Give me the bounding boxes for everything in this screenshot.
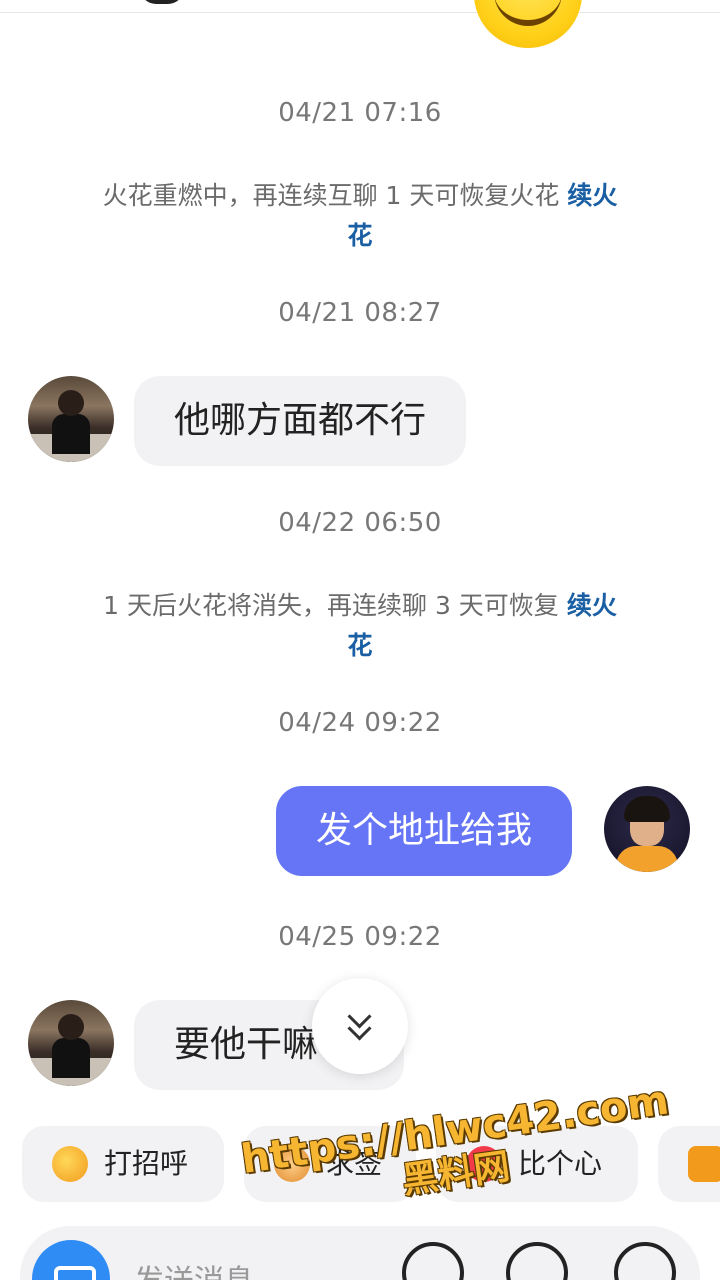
avatar-figure-body xyxy=(52,414,90,454)
avatar-shirt xyxy=(616,846,678,872)
top-divider xyxy=(0,12,720,13)
quick-chip-label: 打招呼 xyxy=(104,1147,189,1180)
quick-chip-heart[interactable]: 比个心 xyxy=(436,1126,638,1202)
avatar-figure-head xyxy=(58,1014,84,1040)
incoming-message-bubble[interactable]: 他哪方面都不行 xyxy=(134,376,467,466)
outgoing-message-bubble[interactable]: 发个地址给我 xyxy=(276,786,573,876)
chat-screen: 04/21 07:16 火花重燃中，再连续互聊 1 天可恢复火花 续火花 04/2… xyxy=(0,0,720,1280)
wave-emoji-icon xyxy=(52,1146,88,1182)
timestamp: 04/21 08:27 xyxy=(278,298,442,328)
contact-avatar[interactable] xyxy=(28,376,114,462)
timestamp: 04/21 07:16 xyxy=(278,98,442,128)
quick-chip-ask[interactable]: 求签 xyxy=(244,1126,416,1202)
camera-icon xyxy=(54,1266,96,1280)
system-message: 1 天后火花将消失，再连续聊 3 天可恢复 续火花 xyxy=(100,586,620,666)
quick-chip-more[interactable] xyxy=(658,1126,720,1202)
group-icon xyxy=(688,1146,720,1182)
quick-chip-label: 求签 xyxy=(326,1147,383,1180)
plus-icon[interactable] xyxy=(614,1242,676,1280)
avatar-figure-body xyxy=(52,1038,90,1078)
smile-emoji-sticker[interactable] xyxy=(474,0,582,48)
voice-icon[interactable] xyxy=(402,1242,464,1280)
heart-icon xyxy=(466,1146,502,1182)
top-bar-icon[interactable] xyxy=(140,0,184,4)
my-avatar[interactable] xyxy=(604,786,690,872)
contact-avatar[interactable] xyxy=(28,1000,114,1086)
message-input-bar: 发送消息 xyxy=(20,1226,700,1280)
scroll-to-bottom-button[interactable] xyxy=(312,978,408,1074)
system-message: 火花重燃中，再连续互聊 1 天可恢复火花 续火花 xyxy=(100,176,620,256)
emoji-icon[interactable] xyxy=(506,1242,568,1280)
timestamp: 04/25 09:22 xyxy=(278,922,442,952)
avatar-figure-head xyxy=(58,390,84,416)
message-input[interactable]: 发送消息 xyxy=(134,1256,254,1280)
system-message-text: 1 天后火花将消失，再连续聊 3 天可恢复 xyxy=(103,591,559,620)
quick-chip-greet[interactable]: 打招呼 xyxy=(22,1126,224,1202)
timestamp: 04/24 09:22 xyxy=(278,708,442,738)
timestamp: 04/22 06:50 xyxy=(278,508,442,538)
camera-button[interactable] xyxy=(32,1240,110,1280)
system-message-text: 火花重燃中，再连续互聊 1 天可恢复火花 xyxy=(102,181,560,210)
quick-chip-label: 比个心 xyxy=(518,1147,603,1180)
fortune-icon xyxy=(274,1146,310,1182)
avatar-hair xyxy=(624,796,670,822)
